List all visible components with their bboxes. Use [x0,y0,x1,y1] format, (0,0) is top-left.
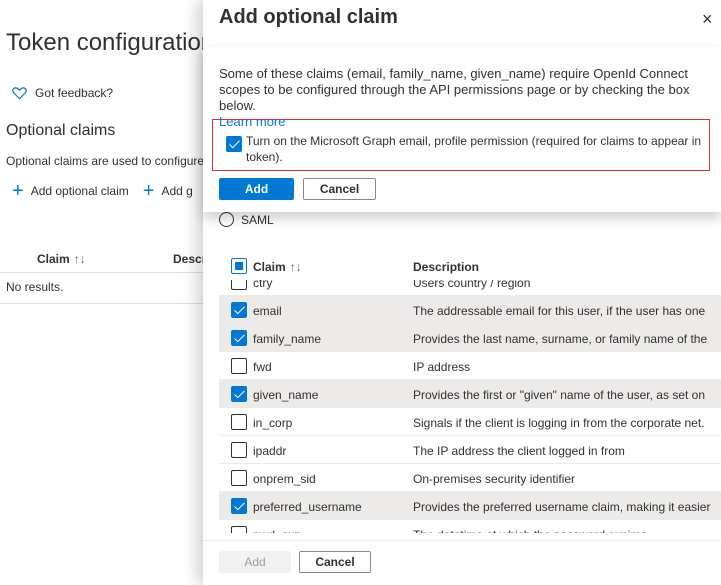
select-all-checkbox[interactable] [231,258,247,274]
claim-name: email [253,304,282,318]
column-header-claim[interactable]: Claim ↑↓ [37,252,86,266]
plus-icon: + [12,180,24,202]
saml-label: SAML [241,212,274,227]
plus-icon: + [142,180,155,202]
table-row[interactable]: family_name Provides the last name, surna… [219,324,721,352]
row-checkbox[interactable] [231,302,247,318]
table-row[interactable]: in_corp Signals if the client is logging … [219,408,721,436]
table-row[interactable]: onprem_sid On-premises security identifie… [219,464,721,492]
table-row[interactable]: email The addressable email for this user… [219,296,721,324]
sort-icon: ↑↓ [73,252,86,266]
table-row[interactable]: given_name Provides the first or "given" … [219,380,721,408]
claim-description: The IP address the client logged in from [413,444,625,458]
claim-description: Provides the first or "given" name of th… [413,388,706,402]
row-checkbox[interactable] [231,386,247,402]
table-row[interactable]: ctry Users country / region [219,280,721,296]
claim-name: preferred_username [253,500,362,514]
callout-cancel-button[interactable]: Cancel [303,178,376,200]
divider [0,272,205,273]
claims-table: ctry Users country / region email The addre… [219,280,721,533]
feedback-label: Got feedback? [35,86,114,100]
claim-description: Provides the last name, surname, or fami… [413,332,708,346]
claims-table-body: ctry Users country / region email The addre… [219,280,721,533]
toolbar: + Add optional claim + Add g [12,180,193,202]
column-header-claim-label: Claim [37,252,70,266]
row-checkbox[interactable] [231,470,247,486]
panel-title: Add optional claim [219,6,398,28]
radio-button[interactable] [219,212,234,227]
column-header-claim-label: Claim [253,260,286,274]
claim-description: Users country / region [413,280,531,290]
add-optional-claim-button[interactable]: + Add optional claim [12,180,129,202]
claim-name: fwd [253,360,272,374]
claim-name: family_name [253,332,322,346]
graph-permission-label: Turn on the Microsoft Graph email, profi… [246,134,702,164]
claim-name: onprem_sid [253,472,316,486]
close-icon[interactable]: × [702,9,713,30]
claim-name: given_name [253,388,319,402]
table-row[interactable]: pwd_exp The datetime at which the passwor… [219,520,721,533]
add-optional-claim-label: Add optional claim [30,184,129,198]
claim-name: in_corp [253,416,293,430]
graph-permission-option[interactable]: Turn on the Microsoft Graph email, profi… [212,119,710,171]
row-checkbox[interactable] [231,414,247,430]
add-groups-claim-label: Add g [161,184,193,198]
column-header-description[interactable]: Descr [173,252,206,266]
row-checkbox[interactable] [231,358,247,374]
row-checkbox[interactable] [231,442,247,458]
claim-description: On-premises security identifier [413,472,576,486]
claim-description: Signals if the client is logging in from… [413,416,705,430]
add-groups-claim-button[interactable]: + Add g [142,180,193,202]
claim-description: The addressable email for this user, if … [413,304,706,318]
heart-icon [12,87,27,100]
claims-table-header: Claim ↑↓ Description [219,258,721,276]
section-title: Optional claims [6,122,116,139]
table-row[interactable]: fwd IP address [219,352,721,380]
section-description: Optional claims are used to configure [6,154,205,168]
row-checkbox[interactable] [231,330,247,346]
feedback-link[interactable]: Got feedback? [12,86,113,100]
callout-add-button[interactable]: Add [219,178,294,200]
sort-icon: ↑↓ [289,260,302,274]
table-row[interactable]: preferred_username Provides the preferred… [219,492,721,520]
column-header-claim[interactable]: Claim ↑↓ [253,260,302,274]
claim-description: Provides the preferred username claim, m… [413,500,711,514]
callout-message-text: Some of these claims (email, family_name… [219,66,690,113]
claim-name: pwd_exp [253,528,301,533]
divider [0,303,205,304]
claim-description: IP address [413,360,471,374]
token-type-saml[interactable]: SAML [219,212,274,227]
claim-description: The datetime at which the password expir… [413,528,647,533]
graph-permission-checkbox[interactable] [226,136,242,152]
claim-name: ipaddr [253,444,287,458]
panel-footer: Add Cancel [203,540,721,585]
row-checkbox[interactable] [231,498,247,514]
add-button[interactable]: Add [219,551,291,573]
openid-scope-callout: Some of these claims (email, family_name… [203,47,721,212]
empty-state: No results. [6,280,64,294]
page-title: Token configuration [6,29,215,56]
cancel-button[interactable]: Cancel [299,551,371,573]
column-header-description[interactable]: Description [413,260,479,274]
row-checkbox[interactable] [231,526,247,533]
table-row[interactable]: ipaddr The IP address the client logged i… [219,436,721,464]
row-checkbox[interactable] [231,280,247,290]
claim-name: ctry [253,280,273,290]
